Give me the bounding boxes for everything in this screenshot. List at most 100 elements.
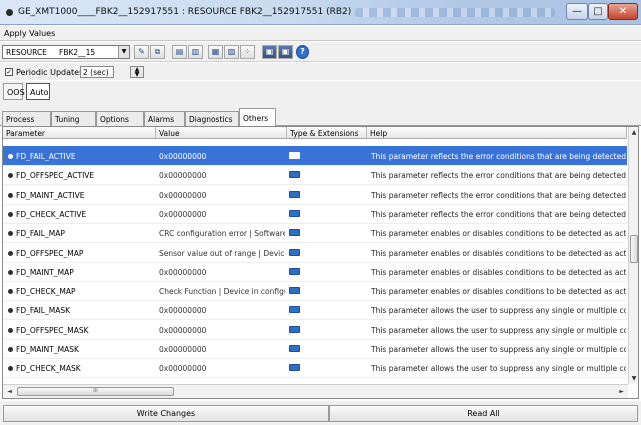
type-extension-icon[interactable] bbox=[289, 306, 300, 314]
table-row[interactable]: FD_FAIL_MAP CRC configuration error | Sof… bbox=[3, 223, 627, 244]
scroll-right-icon[interactable]: ► bbox=[616, 386, 627, 397]
parameter-cell: FD_FAIL_MASK bbox=[16, 306, 71, 316]
parameter-cell: FD_CHECK_MASK bbox=[16, 364, 81, 374]
parameter-grid: Parameter Value Type & Extensions Help F… bbox=[2, 126, 639, 399]
grid-header: Parameter Value Type & Extensions Help bbox=[3, 127, 627, 139]
value-cell[interactable]: CRC configuration error | Software fai bbox=[159, 229, 285, 238]
print-icon[interactable]: ▦ bbox=[208, 45, 223, 59]
scroll-left-icon[interactable]: ◄ bbox=[4, 386, 15, 397]
parameter-cell: FD_OFFSPEC_MAP bbox=[16, 248, 84, 258]
vertical-scrollbar[interactable]: ▲ ▼ bbox=[628, 127, 638, 384]
vertical-scroll-thumb[interactable] bbox=[630, 235, 638, 263]
periodic-updates-label: Periodic Updates bbox=[16, 68, 84, 77]
block-name-label: FBK2__15 bbox=[59, 48, 96, 57]
type-extension-icon[interactable] bbox=[289, 152, 300, 159]
export-icon[interactable]: ▧ bbox=[224, 45, 239, 59]
edit-icon[interactable]: ✎ bbox=[134, 45, 149, 59]
table-row[interactable]: FD_FAIL_MASK 0x00000000 This parameter all… bbox=[3, 300, 627, 321]
load-icon[interactable]: ▥ bbox=[188, 45, 203, 59]
read-all-button[interactable]: Read All bbox=[329, 405, 638, 422]
table-row[interactable]: FD_CHECK_ACTIVE 0x00000000 This parameter … bbox=[3, 204, 627, 224]
value-cell[interactable]: 0x00000000 bbox=[159, 326, 285, 335]
scroll-down-icon[interactable]: ▼ bbox=[629, 373, 638, 384]
type-extension-icon[interactable] bbox=[289, 325, 300, 333]
row-bullet-icon bbox=[8, 250, 13, 256]
maximize-button[interactable]: □ bbox=[588, 3, 608, 20]
settings-icon[interactable]: ⁘ bbox=[240, 45, 255, 59]
row-bullet-icon bbox=[8, 154, 13, 159]
type-extension-icon[interactable] bbox=[289, 209, 300, 217]
table-row[interactable]: FD_FAIL_ACTIVE 0x00000000 This parameter r… bbox=[3, 146, 627, 166]
table-row[interactable]: FD_MAINT_MAP 0x00000000 This parameter ena… bbox=[3, 262, 627, 282]
table-row[interactable]: FD_MAINT_MASK 0x00000000 This parameter al… bbox=[3, 339, 627, 359]
type-extension-icon[interactable] bbox=[289, 267, 300, 275]
tab-alarms[interactable]: Alarms bbox=[144, 111, 185, 126]
parameter-cell: FD_OFFSPEC_MASK bbox=[16, 325, 89, 335]
view-icon[interactable]: ▣ bbox=[262, 45, 277, 59]
action-bar: Write Changes Read All bbox=[0, 401, 641, 425]
save-icon[interactable]: ▤ bbox=[172, 45, 187, 59]
type-extension-icon[interactable] bbox=[289, 171, 300, 179]
column-header-type[interactable]: Type & Extensions bbox=[287, 127, 367, 139]
value-cell[interactable]: 0x00000000 bbox=[159, 171, 285, 180]
value-cell[interactable]: 0x00000000 bbox=[159, 364, 285, 373]
app-icon bbox=[6, 9, 13, 16]
value-cell[interactable]: 0x00000000 bbox=[159, 268, 285, 277]
type-extension-icon[interactable] bbox=[289, 364, 300, 372]
table-row[interactable]: FD_OFFSPEC_MASK 0x00000000 This parameter … bbox=[3, 320, 627, 340]
apply-values-menu[interactable]: Apply Values bbox=[4, 29, 55, 38]
column-header-value[interactable]: Value bbox=[156, 127, 287, 139]
help-cell: This parameter reflects the error condit… bbox=[371, 152, 626, 161]
update-interval-field[interactable]: 2 (sec) bbox=[80, 66, 114, 78]
value-cell[interactable]: 0x00000000 bbox=[159, 306, 285, 315]
table-row[interactable]: FD_CHECK_MAP Check Function | Device in c… bbox=[3, 281, 627, 302]
chevron-down-icon[interactable]: ▼ bbox=[118, 46, 129, 58]
scroll-up-icon[interactable]: ▲ bbox=[629, 127, 638, 138]
value-cell[interactable]: 0x00000000 bbox=[159, 345, 285, 354]
tab-others[interactable]: Others bbox=[239, 108, 276, 127]
type-extension-icon[interactable] bbox=[289, 190, 300, 198]
help-cell: This parameter enables or disables condi… bbox=[371, 229, 626, 239]
type-extension-icon[interactable] bbox=[289, 345, 300, 352]
value-cell[interactable]: 0x00000000 bbox=[159, 210, 285, 219]
horizontal-scrollbar[interactable]: ◄ III ► bbox=[3, 384, 628, 398]
help-icon[interactable]: ? bbox=[296, 45, 309, 59]
row-bullet-icon bbox=[8, 308, 13, 314]
tab-diagnostics[interactable]: Diagnostics bbox=[185, 111, 239, 126]
value-cell[interactable]: Sensor value out of range | Device n bbox=[159, 249, 285, 258]
table-row[interactable]: FD_CHECK_MASK 0x00000000 This parameter al… bbox=[3, 358, 627, 379]
table-row[interactable]: FD_OFFSPEC_ACTIVE 0x00000000 This paramete… bbox=[3, 165, 627, 186]
type-extension-icon[interactable] bbox=[289, 287, 300, 295]
block-type-label: RESOURCE bbox=[6, 48, 47, 57]
view-alt-icon[interactable]: ▣ bbox=[278, 45, 293, 59]
help-cell: This parameter enables or disables condi… bbox=[371, 248, 626, 258]
row-bullet-icon bbox=[8, 347, 13, 352]
window-title: GE_XMT1000____FBK2__152917551 : RESOURCE… bbox=[18, 7, 352, 17]
compare-icon[interactable]: ⧉ bbox=[150, 45, 165, 59]
tab-options[interactable]: Options bbox=[96, 111, 144, 126]
type-extension-icon[interactable] bbox=[289, 248, 300, 256]
horizontal-scroll-thumb[interactable]: III bbox=[17, 387, 174, 396]
row-bullet-icon bbox=[8, 173, 13, 179]
value-cell[interactable]: 0x00000000 bbox=[159, 152, 285, 161]
interval-spinner[interactable]: ▲ ▼ bbox=[130, 66, 144, 78]
value-cell[interactable]: 0x00000000 bbox=[159, 191, 285, 200]
column-header-help[interactable]: Help bbox=[367, 127, 627, 139]
close-button[interactable]: ✕ bbox=[608, 3, 638, 20]
oos-mode-button[interactable]: OOS bbox=[3, 83, 25, 100]
minimize-button[interactable]: — bbox=[566, 3, 588, 20]
title-bar: GE_XMT1000____FBK2__152917551 : RESOURCE… bbox=[0, 0, 641, 25]
value-cell[interactable]: Check Function | Device in configura bbox=[159, 287, 285, 296]
auto-mode-button[interactable]: Auto bbox=[26, 83, 50, 100]
periodic-updates-checkbox[interactable]: ✓ bbox=[5, 68, 13, 76]
block-selector[interactable]: RESOURCE FBK2__15 ▼ bbox=[2, 45, 130, 59]
parameter-cell: FD_MAINT_MASK bbox=[16, 345, 79, 354]
column-header-parameter[interactable]: Parameter bbox=[3, 127, 156, 139]
type-extension-icon[interactable] bbox=[289, 229, 300, 237]
table-row[interactable]: FD_MAINT_ACTIVE 0x00000000 This parameter … bbox=[3, 185, 627, 205]
write-changes-button[interactable]: Write Changes bbox=[3, 405, 329, 422]
tab-tuning[interactable]: Tuning bbox=[51, 111, 96, 126]
table-row[interactable]: FD_OFFSPEC_MAP Sensor value out of range … bbox=[3, 243, 627, 263]
tab-process[interactable]: Process bbox=[2, 111, 51, 126]
row-bullet-icon bbox=[8, 366, 13, 372]
